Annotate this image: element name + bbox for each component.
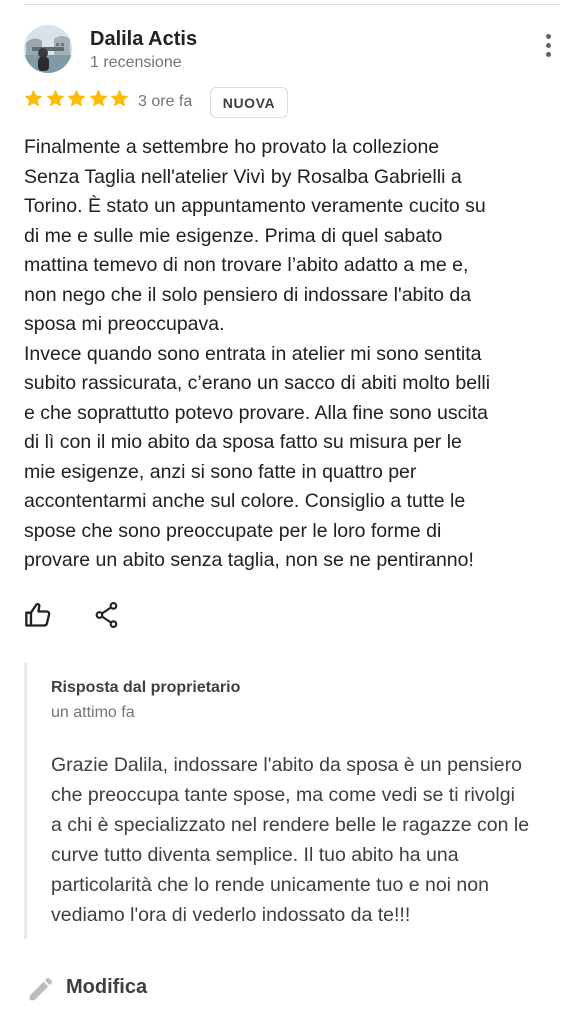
star-rating xyxy=(23,88,131,109)
reply-text: Grazie Dalila, indossare l'abito da spos… xyxy=(51,750,560,930)
author-name[interactable]: Dalila Actis xyxy=(90,28,197,51)
review-text-line: e che soprattutto potevo provare. Alla f… xyxy=(24,401,488,424)
review-text-line: di lì con il mio abito da sposa fatto su… xyxy=(24,431,462,453)
thumb-up-outline-icon[interactable] xyxy=(24,601,52,629)
review-text-line: Senza Taglia nell'atelier Vivì by Rosalb… xyxy=(24,165,462,188)
new-badge: NUOVA xyxy=(210,87,288,118)
review-text-line: Finalmente a settembre ho provato la col… xyxy=(24,136,440,158)
review-text-line: mie esigenze, anzi si sono fatte in quat… xyxy=(24,460,417,483)
review-text-line: provare un abito senza taglia, non se ne… xyxy=(24,549,474,571)
review-text-line: spose che sono preoccupate per le loro f… xyxy=(24,519,442,542)
review-text-line: Invece quando sono entrata in atelier mi… xyxy=(24,342,482,365)
review-text-line: subito rassicurata, c’erano un sacco di … xyxy=(24,372,491,394)
star-icon xyxy=(45,89,65,107)
review-text-line: sposa mi preoccupava. xyxy=(24,313,225,335)
review-text: Finalmente a settembre ho provato la col… xyxy=(24,133,564,576)
reply-accent-bar xyxy=(24,663,27,939)
reply-text-line: che preoccupa tante spose, ma come vedi … xyxy=(51,784,515,806)
reply-text-line: curve tutto diventa semplice. Il tuo abi… xyxy=(51,844,459,866)
reply-text-line: vediamo l'ora di vederlo indossato da te… xyxy=(51,904,411,926)
review-text-line: mattina temevo di non trovare l’abito ad… xyxy=(24,254,469,276)
star-icon xyxy=(88,89,108,107)
top-divider xyxy=(24,4,560,5)
more-vert-icon[interactable] xyxy=(538,34,558,64)
share-icon[interactable] xyxy=(94,601,120,629)
reply-title: Risposta dal proprietario xyxy=(51,679,241,696)
star-icon xyxy=(67,89,86,107)
review-text-line: Torino. È stato un appuntamento verament… xyxy=(24,195,486,217)
star-icon xyxy=(24,89,43,107)
reply-text-line: Grazie Dalila, indossare l'abito da spos… xyxy=(51,754,522,776)
avatar[interactable] xyxy=(24,25,72,73)
review-text-line: accontentarmi anche sul colore. Consigli… xyxy=(24,490,466,512)
review-time: 3 ore fa xyxy=(138,93,193,110)
owner-reply: Risposta dal proprietario un attimo fa G… xyxy=(24,663,560,939)
avatar-photo xyxy=(24,25,72,73)
reply-text-line: particolarità che lo rende unicamente tu… xyxy=(51,874,489,896)
reply-time: un attimo fa xyxy=(51,704,135,721)
star-icon xyxy=(110,89,129,107)
edit-button[interactable]: Modifica xyxy=(66,976,147,999)
review-text-line: non nego che il solo pensiero di indossa… xyxy=(24,283,472,306)
pencil-icon[interactable] xyxy=(26,974,56,1004)
review-text-line: di me e sulle mie esigenze. Prima di que… xyxy=(24,224,443,247)
author-review-count: 1 recensione xyxy=(90,54,182,71)
reply-text-line: a chi è specializzato nel rendere belle … xyxy=(51,814,530,836)
